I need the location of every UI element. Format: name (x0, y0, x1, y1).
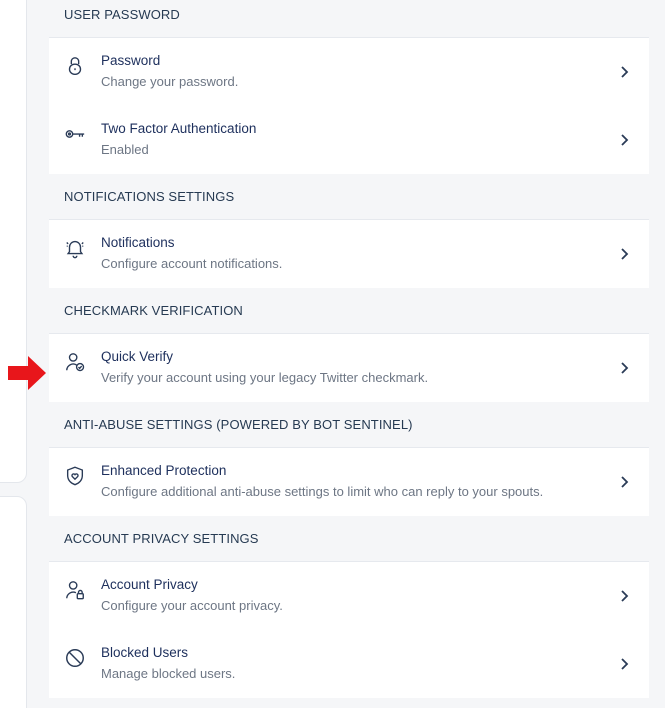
item-subtitle: Change your password. (101, 74, 239, 89)
settings-item-account-privacy[interactable]: Account Privacy Configure your account p… (49, 562, 649, 630)
chevron-right-icon (621, 590, 629, 602)
left-column-card-lower (0, 496, 27, 708)
item-subtitle: Manage blocked users. (101, 666, 236, 681)
item-subtitle: Configure additional anti-abuse settings… (101, 484, 544, 499)
bell-icon (63, 236, 87, 260)
section-header-user-password: USER PASSWORD (49, 0, 649, 38)
chevron-right-icon (621, 658, 629, 670)
item-subtitle: Configure your account privacy. (101, 598, 283, 613)
settings-item-password[interactable]: Password Change your password. (49, 38, 649, 106)
red-arrow-annotation (8, 356, 46, 390)
block-icon (63, 646, 87, 670)
lock-icon (63, 54, 87, 78)
chevron-right-icon (621, 66, 629, 78)
chevron-right-icon (621, 248, 629, 260)
item-title: Notifications (101, 235, 175, 250)
item-title: Blocked Users (101, 645, 189, 660)
chevron-right-icon (621, 476, 629, 488)
settings-panel: USER PASSWORD Password Change your passw… (49, 0, 649, 698)
shield-heart-icon (63, 464, 87, 488)
settings-item-blocked-users[interactable]: Blocked Users Manage blocked users. (49, 630, 649, 698)
item-title: Enhanced Protection (101, 463, 227, 478)
chevron-right-icon (621, 362, 629, 374)
settings-item-notifications[interactable]: Notifications Configure account notifica… (49, 220, 649, 288)
item-title: Password (101, 53, 161, 68)
settings-item-two-factor[interactable]: Two Factor Authentication Enabled (49, 106, 649, 174)
section-header-anti-abuse: ANTI-ABUSE SETTINGS (POWERED BY BOT SENT… (49, 402, 649, 448)
section-header-checkmark-verification: CHECKMARK VERIFICATION (49, 288, 649, 334)
key-icon (63, 122, 87, 146)
user-lock-icon (63, 578, 87, 602)
item-subtitle: Enabled (101, 142, 149, 157)
item-title: Two Factor Authentication (101, 121, 257, 136)
item-subtitle: Verify your account using your legacy Tw… (101, 370, 429, 385)
chevron-right-icon (621, 134, 629, 146)
section-header-account-privacy: ACCOUNT PRIVACY SETTINGS (49, 516, 649, 562)
settings-item-quick-verify[interactable]: Quick Verify Verify your account using y… (49, 334, 649, 402)
left-column-card (0, 0, 27, 483)
item-title: Account Privacy (101, 577, 198, 592)
item-subtitle: Configure account notifications. (101, 256, 283, 271)
user-check-icon (63, 350, 87, 374)
settings-item-enhanced-protection[interactable]: Enhanced Protection Configure additional… (49, 448, 649, 516)
item-title: Quick Verify (101, 349, 174, 364)
section-header-notifications: NOTIFICATIONS SETTINGS (49, 174, 649, 220)
